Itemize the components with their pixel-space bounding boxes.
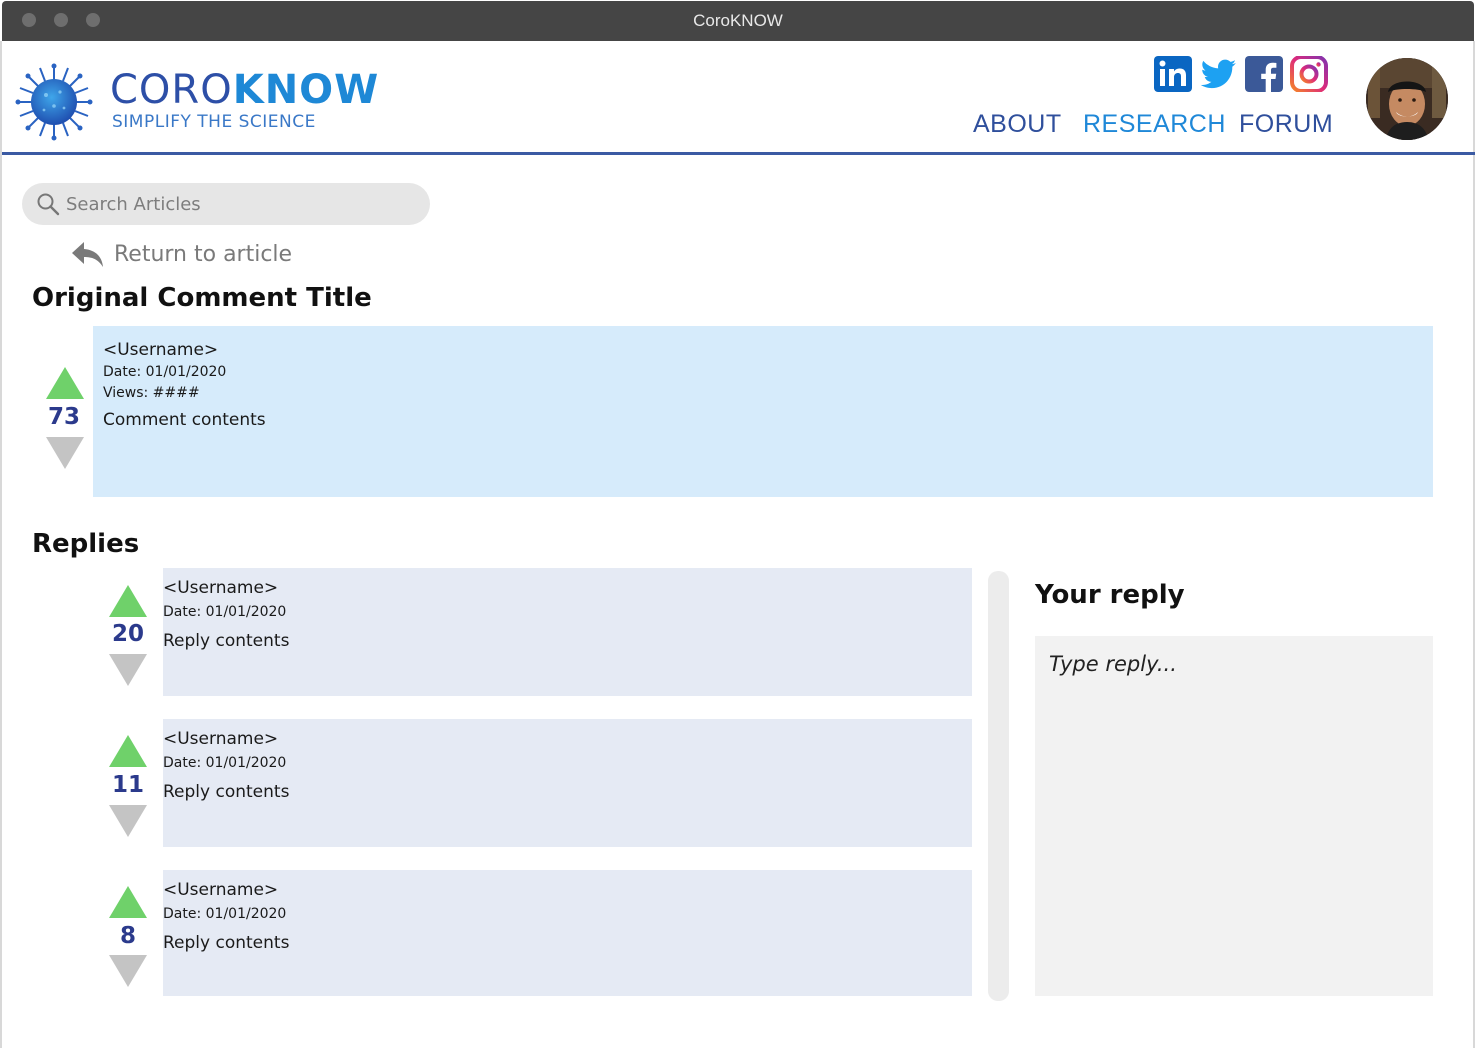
reply-downvote-button[interactable] <box>109 654 147 686</box>
reply-downvote-button[interactable] <box>109 805 147 837</box>
user-avatar[interactable] <box>1366 58 1448 140</box>
brand-tagline: SIMPLIFY THE SCIENCE <box>112 112 316 132</box>
facebook-icon[interactable] <box>1245 56 1283 92</box>
header-divider <box>2 152 1475 155</box>
reply-editor[interactable] <box>1035 636 1433 996</box>
brand-name[interactable]: COROKNOW <box>110 68 379 112</box>
virus-logo-icon[interactable] <box>14 62 94 142</box>
twitter-icon[interactable] <box>1200 56 1238 92</box>
original-comment-card: <Username> Date: 01/01/2020 Views: #### … <box>93 326 1433 497</box>
brand-name-bold: KNOW <box>232 67 380 113</box>
reply-contents: Reply contents <box>163 631 290 651</box>
comment-contents: Comment contents <box>103 410 266 430</box>
nav-research[interactable]: RESEARCH <box>1083 110 1226 139</box>
comment-username[interactable]: <Username> <box>103 340 218 360</box>
reply-textarea[interactable] <box>1035 636 1433 996</box>
search-icon <box>37 193 60 216</box>
reply-card: <Username> Date: 01/01/2020 Reply conten… <box>163 870 972 996</box>
search-bar[interactable] <box>22 183 430 225</box>
original-downvote-button[interactable] <box>46 437 84 469</box>
search-input[interactable] <box>66 183 416 225</box>
nav-about[interactable]: ABOUT <box>973 110 1062 139</box>
window-border-left <box>0 41 2 1048</box>
reply-upvote-button[interactable] <box>109 735 147 767</box>
reply-username[interactable]: <Username> <box>163 578 278 598</box>
reply-vote-count: 20 <box>111 621 144 647</box>
reply-upvote-button[interactable] <box>109 585 147 617</box>
brand-name-light: CORO <box>110 67 233 113</box>
comment-views: Views: #### <box>103 385 200 401</box>
comment-date: Date: 01/01/2020 <box>103 364 227 380</box>
reply-arrow-icon <box>72 242 103 267</box>
reply-date: Date: 01/01/2020 <box>163 906 287 922</box>
reply-card: <Username> Date: 01/01/2020 Reply conten… <box>163 719 972 847</box>
reply-card: <Username> Date: 01/01/2020 Reply conten… <box>163 568 972 696</box>
replies-heading: Replies <box>32 529 140 559</box>
reply-contents: Reply contents <box>163 933 290 953</box>
reply-contents: Reply contents <box>163 782 290 802</box>
reply-vote-count: 8 <box>119 923 136 949</box>
nav-forum[interactable]: FORUM <box>1239 110 1333 139</box>
original-upvote-button[interactable] <box>46 367 84 399</box>
reply-downvote-button[interactable] <box>109 955 147 987</box>
reply-username[interactable]: <Username> <box>163 880 278 900</box>
reply-vote-count: 11 <box>111 772 144 798</box>
replies-scrollbar[interactable] <box>988 571 1009 1001</box>
your-reply-heading: Your reply <box>1035 580 1185 610</box>
instagram-icon[interactable] <box>1290 56 1328 92</box>
reply-upvote-button[interactable] <box>109 886 147 918</box>
reply-date: Date: 01/01/2020 <box>163 755 287 771</box>
reply-date: Date: 01/01/2020 <box>163 604 287 620</box>
original-comment-title: Original Comment Title <box>32 283 372 313</box>
linkedin-icon[interactable] <box>1154 56 1192 92</box>
reply-username[interactable]: <Username> <box>163 729 278 749</box>
window-title: CoroKNOW <box>693 11 783 30</box>
window-titlebar: CoroKNOW <box>2 1 1474 41</box>
original-vote-count: 73 <box>47 404 80 430</box>
return-to-article-label: Return to article <box>114 242 293 267</box>
